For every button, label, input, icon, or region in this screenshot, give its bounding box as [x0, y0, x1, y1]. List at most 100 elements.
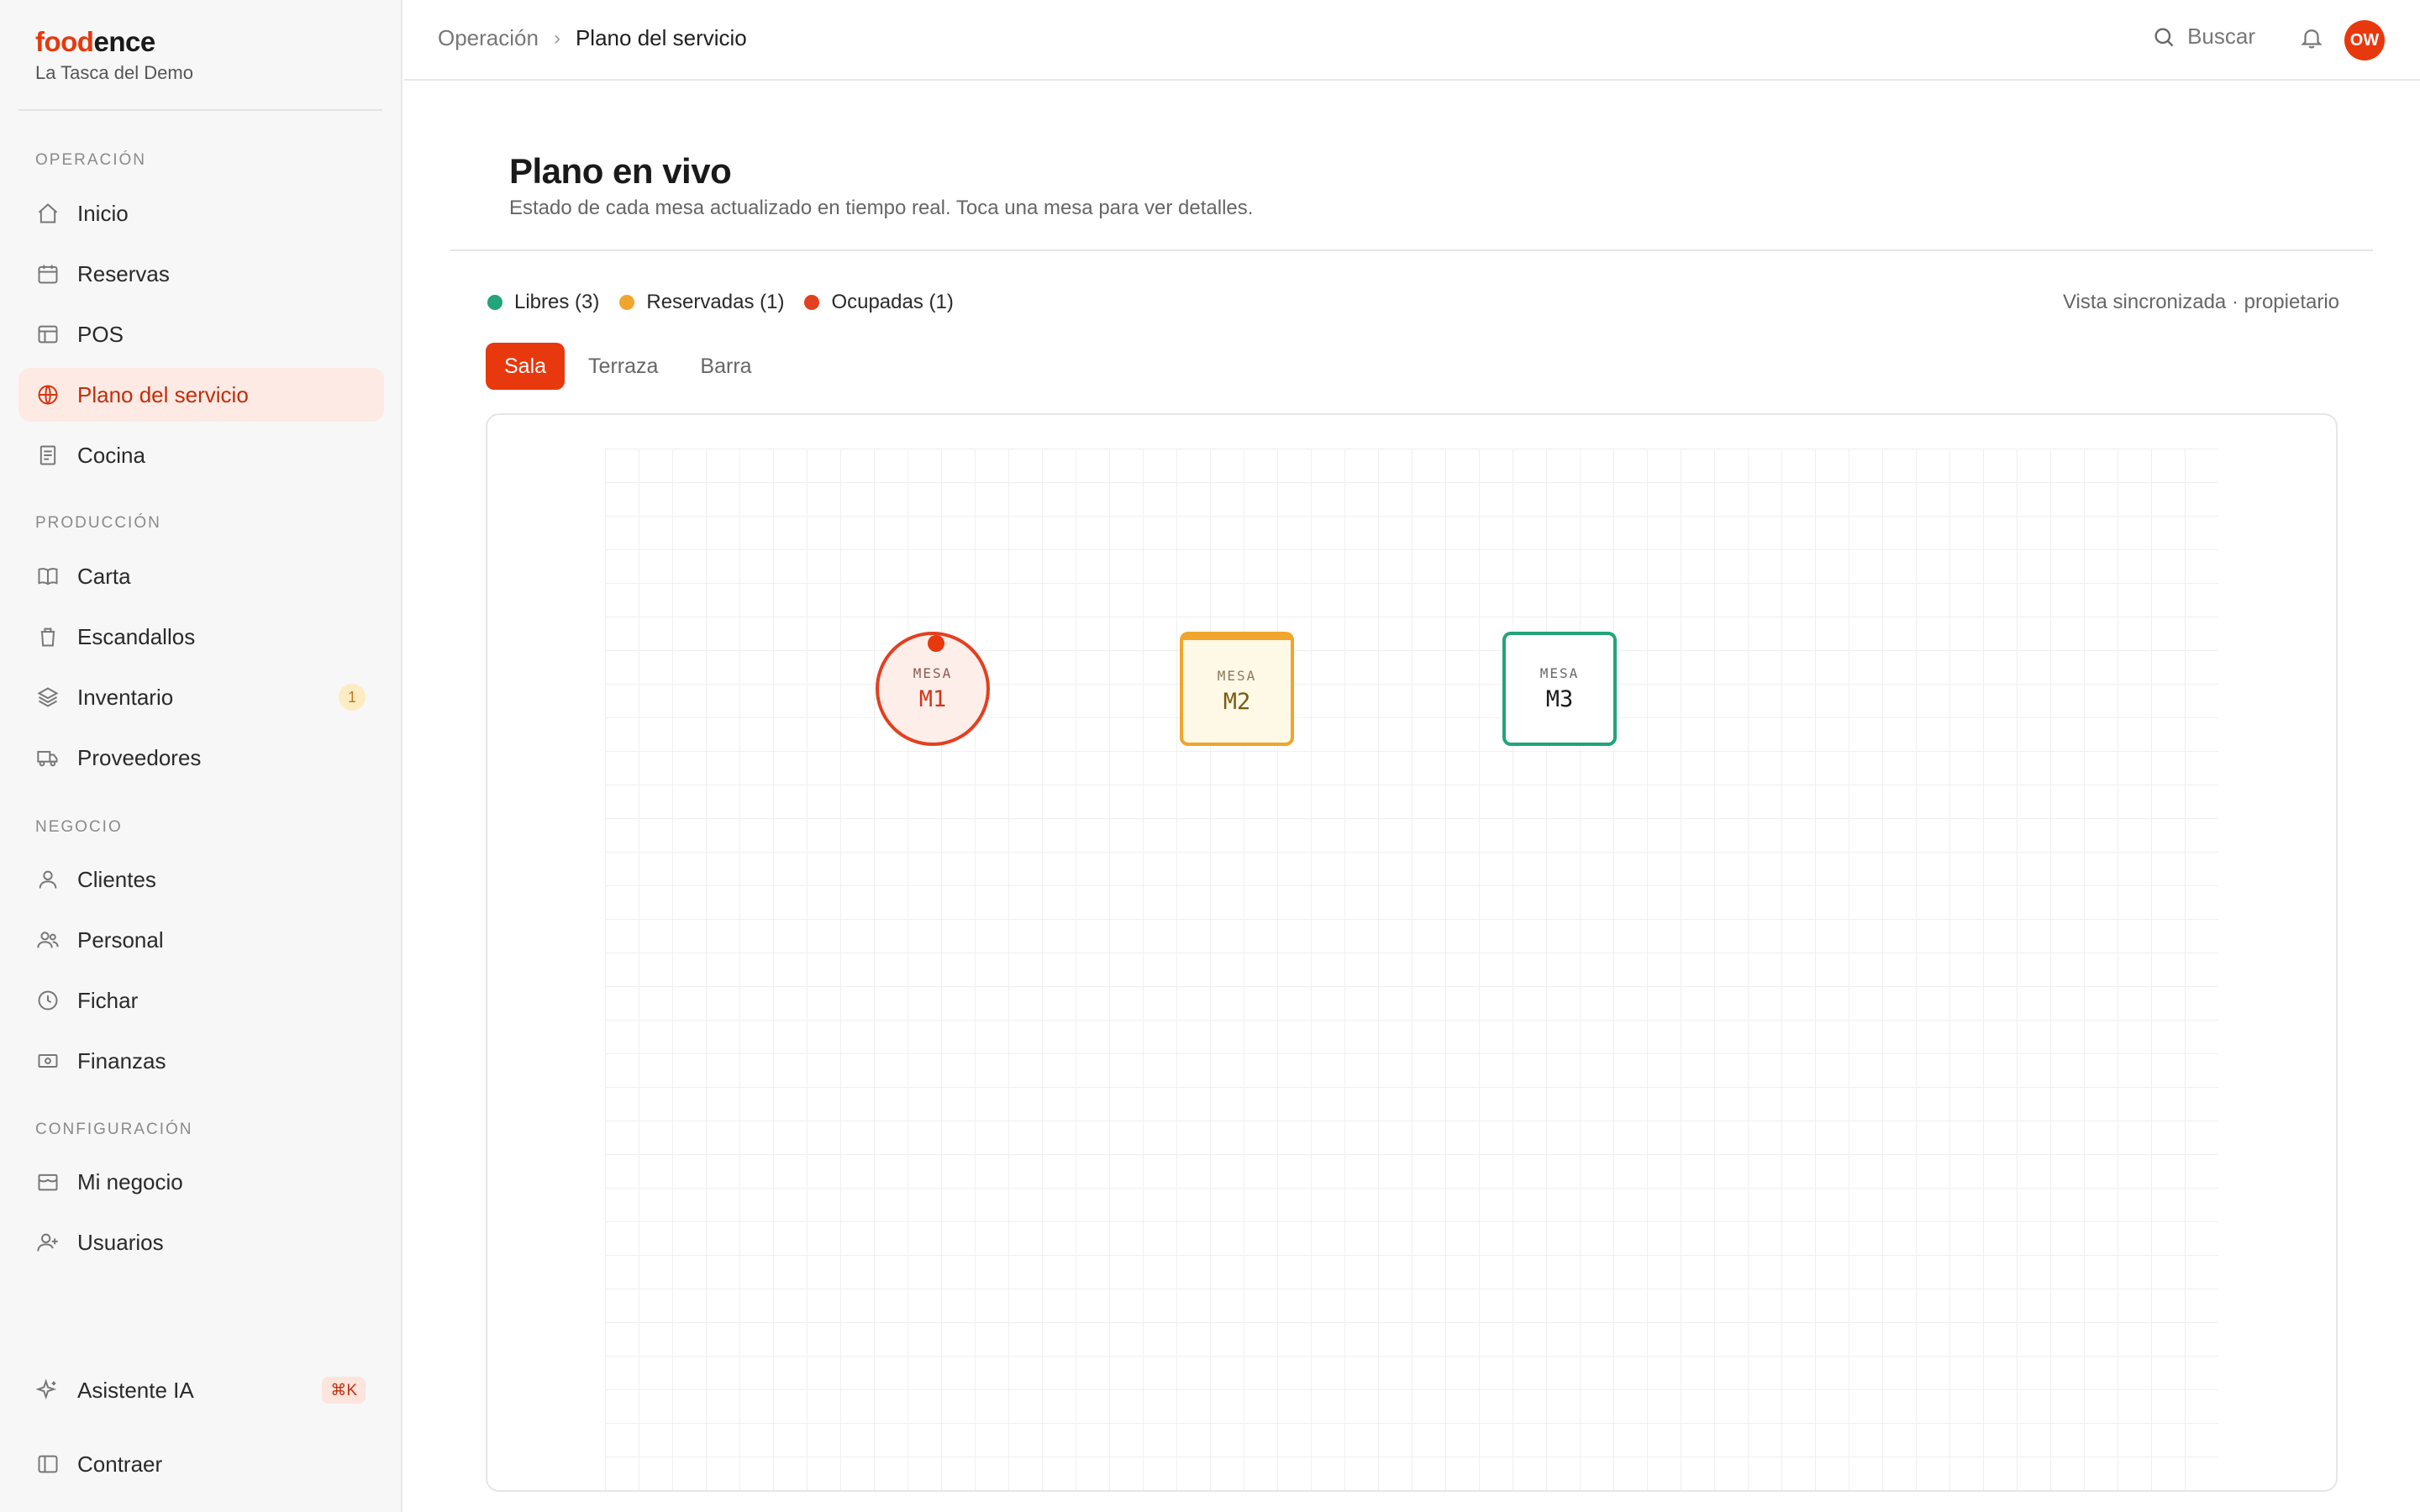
collapse-sidebar-button[interactable]: Contraer	[18, 1437, 384, 1491]
search-label: Buscar	[2187, 24, 2255, 49]
sidebar-item-proveedores[interactable]: Proveedores	[18, 731, 384, 785]
sidebar-item-personal[interactable]: Personal	[18, 913, 384, 967]
red-dot-icon	[804, 295, 820, 310]
sparkles-icon	[35, 1378, 60, 1403]
table-label: MESA	[913, 665, 953, 681]
table-label: MESA	[1217, 668, 1257, 684]
table-name: M2	[1223, 689, 1251, 715]
app-root: foodence La Tasca del Demo OPERACIÓN Ini…	[0, 0, 2420, 1512]
calendar-icon	[35, 261, 60, 286]
logo-accent: food	[35, 26, 94, 57]
topbar: Operación › Plano del servicio Buscar OW	[404, 0, 2420, 81]
sidebar-item-reservas[interactable]: Reservas	[18, 247, 384, 301]
layout-icon	[35, 322, 60, 347]
sidebar-item-cocina[interactable]: Cocina	[18, 428, 384, 482]
sidebar-item-label: Proveedores	[77, 744, 202, 770]
page-title: Plano en vivo	[509, 151, 732, 191]
floor-plan-canvas: MESA M1 MESA M2 MESA M3	[486, 413, 2338, 1492]
sidebar-item-label: Cocina	[77, 442, 145, 468]
sidebar-item-label: Plano del servicio	[77, 381, 249, 407]
home-icon	[35, 201, 60, 226]
zone-tabs: Sala Terraza Barra	[486, 343, 776, 390]
sidebar-item-label: Escandallos	[77, 623, 196, 649]
truck-icon	[35, 745, 60, 770]
sidebar-item-inicio[interactable]: Inicio	[18, 186, 384, 240]
brand: foodence La Tasca del Demo	[35, 25, 193, 84]
sync-status: Vista sincronizada · propietario	[2062, 291, 2339, 313]
amber-dot-icon	[619, 295, 635, 310]
legend-reservadas: Reservadas (1)	[619, 291, 784, 314]
avatar[interactable]: OW	[2344, 20, 2385, 60]
globe-icon	[35, 382, 60, 407]
sidebar-item-label: Fichar	[77, 987, 139, 1013]
bell-icon	[2301, 29, 2323, 49]
sidebar-item-label: Personal	[77, 927, 164, 953]
chevron-right-icon: ›	[553, 26, 560, 50]
sidebar-panel-icon	[35, 1452, 60, 1477]
search-button[interactable]: Buscar	[2152, 24, 2255, 50]
status-legend: Libres (3) Reservadas (1) Ocupadas (1)	[487, 291, 974, 314]
logo-rest: ence	[93, 26, 155, 57]
sidebar-item-escandallos[interactable]: Escandallos	[18, 610, 384, 664]
breadcrumb-current: Plano del servicio	[575, 25, 747, 50]
page-subtitle: Estado de cada mesa actualizado en tiemp…	[509, 197, 1254, 219]
breadcrumb-parent[interactable]: Operación	[438, 25, 539, 51]
sidebar-item-inventario[interactable]: Inventario 1	[18, 670, 384, 724]
user-icon	[35, 867, 60, 892]
shortcut-badge: ⌘K	[322, 1377, 366, 1404]
banknote-icon	[35, 1048, 60, 1074]
sidebar-item-pos[interactable]: POS	[18, 307, 384, 361]
sidebar-item-mi-negocio[interactable]: Mi negocio	[18, 1155, 384, 1209]
floor-plan-grid	[605, 449, 2218, 1490]
sidebar-item-label: Contraer	[77, 1451, 163, 1477]
tab-terraza[interactable]: Terraza	[570, 343, 676, 390]
legend-libres-label: Libres (3)	[514, 291, 600, 313]
user-plus-icon	[35, 1230, 60, 1255]
notifications-button[interactable]	[2299, 25, 2326, 52]
sidebar-item-plano[interactable]: Plano del servicio	[18, 368, 384, 422]
table-m1[interactable]: MESA M1	[876, 632, 990, 746]
sidebar-item-label: Mi negocio	[77, 1168, 183, 1194]
tab-sala[interactable]: Sala	[486, 343, 566, 390]
sidebar-item-carta[interactable]: Carta	[18, 549, 384, 603]
legend-reservadas-label: Reservadas (1)	[646, 291, 785, 313]
table-name: M1	[918, 686, 947, 712]
table-m3[interactable]: MESA M3	[1502, 632, 1617, 746]
layers-icon	[35, 685, 60, 710]
sidebar-item-label: Usuarios	[77, 1229, 164, 1255]
legend-ocupadas: Ocupadas (1)	[804, 291, 954, 314]
legend-libres: Libres (3)	[487, 291, 599, 314]
book-icon	[35, 564, 60, 589]
section-operacion: OPERACIÓN	[35, 151, 147, 169]
sidebar-item-usuarios[interactable]: Usuarios	[18, 1215, 384, 1269]
tab-barra[interactable]: Barra	[681, 343, 770, 390]
sidebar-item-label: Inicio	[77, 200, 129, 226]
sidebar-item-finanzas[interactable]: Finanzas	[18, 1034, 384, 1088]
sidebar-item-fichar[interactable]: Fichar	[18, 974, 384, 1027]
search-icon	[2154, 28, 2174, 46]
inventario-count-badge: 1	[339, 684, 366, 711]
sidebar-item-clientes[interactable]: Clientes	[18, 853, 384, 906]
sidebar-item-label: Inventario	[77, 684, 174, 710]
users-icon	[35, 927, 60, 953]
trash-icon	[35, 624, 60, 649]
table-m2[interactable]: MESA M2	[1180, 632, 1294, 746]
brand-divider	[18, 109, 382, 111]
table-name: M3	[1545, 686, 1574, 712]
table-label: MESA	[1539, 665, 1580, 681]
legend-ocupadas-label: Ocupadas (1)	[831, 291, 954, 313]
sidebar-item-label: Clientes	[77, 866, 156, 892]
sidebar-item-label: POS	[77, 321, 124, 347]
sidebar-item-label: Finanzas	[77, 1047, 166, 1074]
org-name: La Tasca del Demo	[35, 62, 193, 83]
sidebar-item-asistente[interactable]: Asistente IA ⌘K	[18, 1363, 384, 1417]
section-negocio: NEGOCIO	[35, 818, 123, 836]
green-dot-icon	[487, 295, 502, 310]
sidebar: foodence La Tasca del Demo OPERACIÓN Ini…	[0, 0, 402, 1512]
section-produccion: PRODUCCIÓN	[35, 514, 161, 532]
sidebar-item-label: Reservas	[77, 260, 170, 286]
store-icon	[35, 1169, 60, 1194]
section-configuracion: CONFIGURACIÓN	[35, 1121, 193, 1138]
logo[interactable]: foodence	[35, 25, 193, 59]
clock-icon	[35, 988, 60, 1013]
